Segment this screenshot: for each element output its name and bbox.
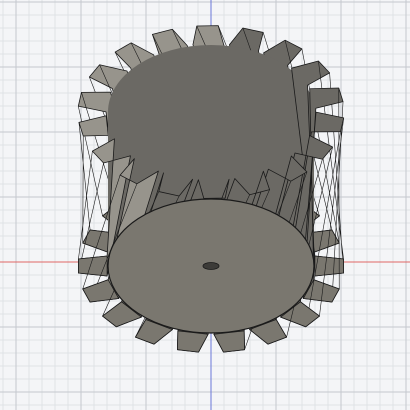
3d-viewport[interactable] bbox=[0, 0, 410, 410]
center-hole-icon bbox=[202, 262, 220, 270]
gear-model[interactable] bbox=[0, 0, 410, 410]
